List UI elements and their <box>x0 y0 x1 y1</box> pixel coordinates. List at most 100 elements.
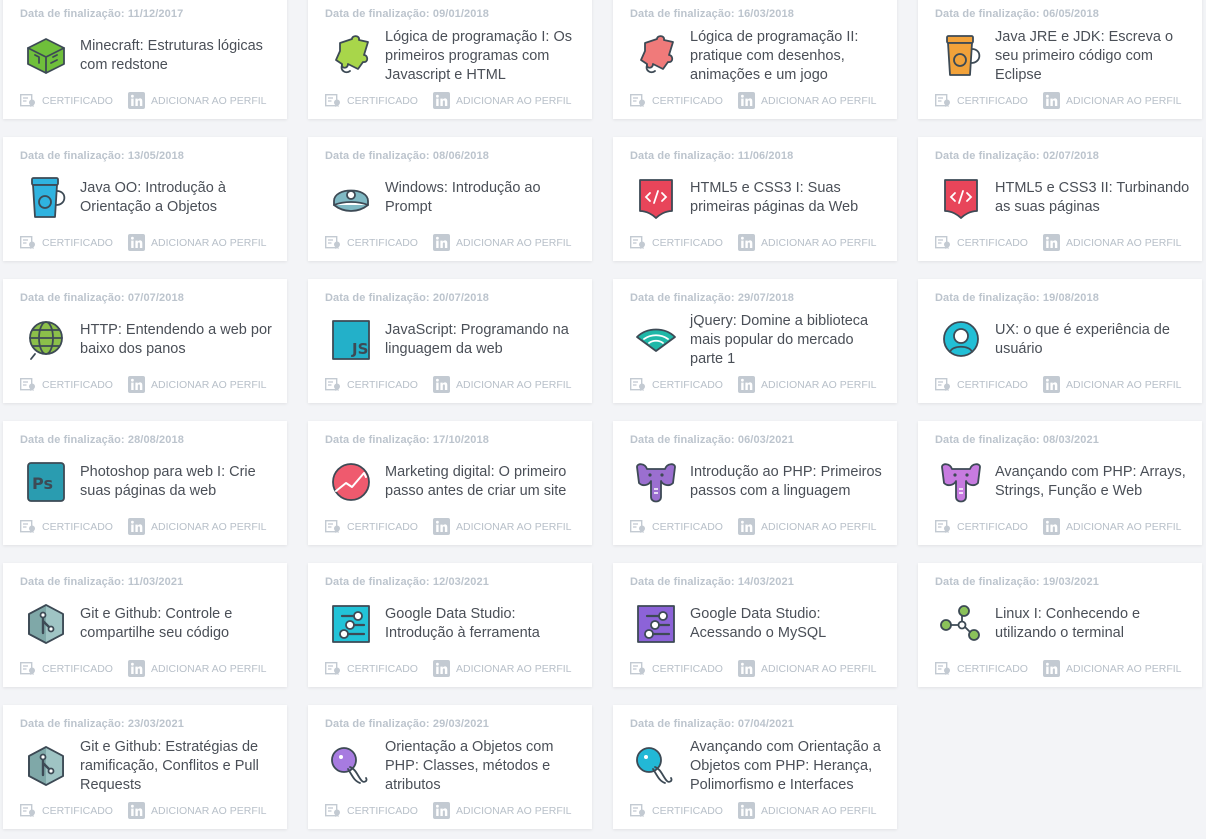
course-title-text: JavaScript: Programando na linguagem da … <box>385 322 569 357</box>
course-title[interactable]: Avançando com Orientação a Objetos com P… <box>690 735 887 797</box>
course-title[interactable]: HTML5 e CSS3 I: Suas primeiras páginas d… <box>690 167 887 229</box>
add-to-profile-label: ADICIONAR AO PERFIL <box>761 94 877 107</box>
add-to-profile-button[interactable]: ADICIONAR AO PERFIL <box>738 92 877 109</box>
course-card-21[interactable]: Data de finalização: 23/03/2021 Git e Gi… <box>3 705 287 829</box>
course-title[interactable]: JavaScript: Programando na linguagem da … <box>385 309 582 371</box>
course-card-10[interactable]: Data de finalização: 20/07/2018 JS JavaS… <box>308 279 592 403</box>
course-title[interactable]: Windows: Introdução ao Prompt <box>385 167 582 229</box>
certificate-button[interactable]: CERTIFICADO <box>935 94 1043 107</box>
certificate-button[interactable]: CERTIFICADO <box>325 520 433 533</box>
course-card-12[interactable]: Data de finalização: 19/08/2018 UX: o qu… <box>918 279 1202 403</box>
course-title[interactable]: Avançando com PHP: Arrays, Strings, Funç… <box>995 451 1192 513</box>
course-card-3[interactable]: Data de finalização: 16/03/2018 Lógica d… <box>613 0 897 119</box>
course-card-1[interactable]: Data de finalização: 11/12/2017 Minecraf… <box>3 0 287 119</box>
add-to-profile-button[interactable]: ADICIONAR AO PERFIL <box>738 234 877 251</box>
certificate-button[interactable]: CERTIFICADO <box>20 662 128 675</box>
course-card-7[interactable]: Data de finalização: 11/06/2018 HTML5 e … <box>613 137 897 261</box>
add-to-profile-button[interactable]: ADICIONAR AO PERFIL <box>1043 234 1182 251</box>
certificate-button[interactable]: CERTIFICADO <box>935 236 1043 249</box>
certificate-button[interactable]: CERTIFICADO <box>325 378 433 391</box>
add-to-profile-button[interactable]: ADICIONAR AO PERFIL <box>738 660 877 677</box>
course-title[interactable]: UX: o que é experiência de usuário <box>995 309 1192 371</box>
add-to-profile-button[interactable]: ADICIONAR AO PERFIL <box>1043 660 1182 677</box>
certificate-button[interactable]: CERTIFICADO <box>935 378 1043 391</box>
add-to-profile-button[interactable]: ADICIONAR AO PERFIL <box>738 376 877 393</box>
course-card-4[interactable]: Data de finalização: 06/05/2018 Java JRE… <box>918 0 1202 119</box>
add-to-profile-label: ADICIONAR AO PERFIL <box>151 662 267 675</box>
course-card-23[interactable]: Data de finalização: 07/04/2021 Avançand… <box>613 705 897 829</box>
course-title[interactable]: HTML5 e CSS3 II: Turbinando as suas pági… <box>995 167 1192 229</box>
add-to-profile-button[interactable]: ADICIONAR AO PERFIL <box>128 518 267 535</box>
add-to-profile-button[interactable]: ADICIONAR AO PERFIL <box>128 802 267 819</box>
certificate-icon <box>20 94 35 107</box>
certificate-button[interactable]: CERTIFICADO <box>630 662 738 675</box>
course-title[interactable]: Linux I: Conhecendo e utilizando o termi… <box>995 593 1192 655</box>
course-card-14[interactable]: Data de finalização: 17/10/2018 Marketin… <box>308 421 592 545</box>
elephant-head-icon <box>633 743 679 789</box>
certificate-button[interactable]: CERTIFICADO <box>325 804 433 817</box>
add-to-profile-button[interactable]: ADICIONAR AO PERFIL <box>433 234 572 251</box>
course-title[interactable]: Marketing digital: O primeiro passo ante… <box>385 451 582 513</box>
add-to-profile-button[interactable]: ADICIONAR AO PERFIL <box>1043 376 1182 393</box>
course-title[interactable]: Orientação a Objetos com PHP: Classes, m… <box>385 735 582 797</box>
course-title[interactable]: Lógica de programação II: pratique com d… <box>690 25 887 87</box>
course-title[interactable]: HTTP: Entendendo a web por baixo dos pan… <box>80 309 277 371</box>
course-card-8[interactable]: Data de finalização: 02/07/2018 HTML5 e … <box>918 137 1202 261</box>
certificate-button[interactable]: CERTIFICADO <box>630 236 738 249</box>
add-to-profile-button[interactable]: ADICIONAR AO PERFIL <box>128 234 267 251</box>
certificate-button[interactable]: CERTIFICADO <box>935 662 1043 675</box>
course-card-20[interactable]: Data de finalização: 19/03/2021 Linux I:… <box>918 563 1202 687</box>
add-to-profile-button[interactable]: ADICIONAR AO PERFIL <box>433 518 572 535</box>
certificate-button[interactable]: CERTIFICADO <box>935 520 1043 533</box>
add-to-profile-button[interactable]: ADICIONAR AO PERFIL <box>128 92 267 109</box>
course-title[interactable]: jQuery: Domine a biblioteca mais popular… <box>690 309 887 371</box>
add-to-profile-button[interactable]: ADICIONAR AO PERFIL <box>1043 92 1182 109</box>
course-title[interactable]: Introdução ao PHP: Primeiros passos com … <box>690 451 887 513</box>
course-card-17[interactable]: Data de finalização: 11/03/2021 Git e Gi… <box>3 563 287 687</box>
certificate-button[interactable]: CERTIFICADO <box>20 94 128 107</box>
course-card-6[interactable]: Data de finalização: 08/06/2018 Windows:… <box>308 137 592 261</box>
course-card-15[interactable]: Data de finalização: 06/03/2021 Introduç… <box>613 421 897 545</box>
course-card-2[interactable]: Data de finalização: 09/01/2018 Lógica d… <box>308 0 592 119</box>
add-to-profile-button[interactable]: ADICIONAR AO PERFIL <box>128 376 267 393</box>
date-value: 02/07/2018 <box>1042 150 1099 162</box>
linkedin-icon <box>433 518 450 535</box>
course-card-13[interactable]: Data de finalização: 28/08/2018 Ps Photo… <box>3 421 287 545</box>
add-to-profile-button[interactable]: ADICIONAR AO PERFIL <box>433 92 572 109</box>
certificate-button[interactable]: CERTIFICADO <box>325 662 433 675</box>
course-title[interactable]: Google Data Studio: Acessando o MySQL <box>690 593 887 655</box>
course-card-9[interactable]: Data de finalização: 07/07/2018 HTTP: En… <box>3 279 287 403</box>
certificate-button[interactable]: CERTIFICADO <box>325 236 433 249</box>
certificate-button[interactable]: CERTIFICADO <box>630 520 738 533</box>
add-to-profile-button[interactable]: ADICIONAR AO PERFIL <box>433 376 572 393</box>
certificate-button[interactable]: CERTIFICADO <box>630 804 738 817</box>
card-actions: CERTIFICADO ADICIONAR AO PERFIL <box>20 376 267 393</box>
certificate-button[interactable]: CERTIFICADO <box>630 378 738 391</box>
course-title[interactable]: Git e Github: Estratégias de ramificação… <box>80 735 277 797</box>
course-title[interactable]: Google Data Studio: Introdução à ferrame… <box>385 593 582 655</box>
course-card-5[interactable]: Data de finalização: 13/05/2018 Java OO:… <box>3 137 287 261</box>
certificate-button[interactable]: CERTIFICADO <box>20 378 128 391</box>
course-card-18[interactable]: Data de finalização: 12/03/2021 Google D… <box>308 563 592 687</box>
course-title[interactable]: Minecraft: Estruturas lógicas com redsto… <box>80 25 277 87</box>
add-to-profile-button[interactable]: ADICIONAR AO PERFIL <box>738 802 877 819</box>
add-to-profile-button[interactable]: ADICIONAR AO PERFIL <box>128 660 267 677</box>
course-title[interactable]: Lógica de programação I: Os primeiros pr… <box>385 25 582 87</box>
add-to-profile-button[interactable]: ADICIONAR AO PERFIL <box>738 518 877 535</box>
course-title[interactable]: Git e Github: Controle e compartilhe seu… <box>80 593 277 655</box>
certificate-button[interactable]: CERTIFICADO <box>630 94 738 107</box>
course-card-22[interactable]: Data de finalização: 29/03/2021 Orientaç… <box>308 705 592 829</box>
course-card-11[interactable]: Data de finalização: 29/07/2018 jQuery: … <box>613 279 897 403</box>
course-title[interactable]: Java OO: Introdução à Orientação a Objet… <box>80 167 277 229</box>
certificate-button[interactable]: CERTIFICADO <box>20 236 128 249</box>
add-to-profile-button[interactable]: ADICIONAR AO PERFIL <box>1043 518 1182 535</box>
course-card-16[interactable]: Data de finalização: 08/03/2021 Avançand… <box>918 421 1202 545</box>
certificate-button[interactable]: CERTIFICADO <box>20 804 128 817</box>
certificate-button[interactable]: CERTIFICADO <box>325 94 433 107</box>
course-title[interactable]: Java JRE e JDK: Escreva o seu primeiro c… <box>995 25 1192 87</box>
certificate-button[interactable]: CERTIFICADO <box>20 520 128 533</box>
course-title[interactable]: Photoshop para web I: Crie suas páginas … <box>80 451 277 513</box>
add-to-profile-button[interactable]: ADICIONAR AO PERFIL <box>433 802 572 819</box>
add-to-profile-button[interactable]: ADICIONAR AO PERFIL <box>433 660 572 677</box>
course-card-19[interactable]: Data de finalização: 14/03/2021 Google D… <box>613 563 897 687</box>
